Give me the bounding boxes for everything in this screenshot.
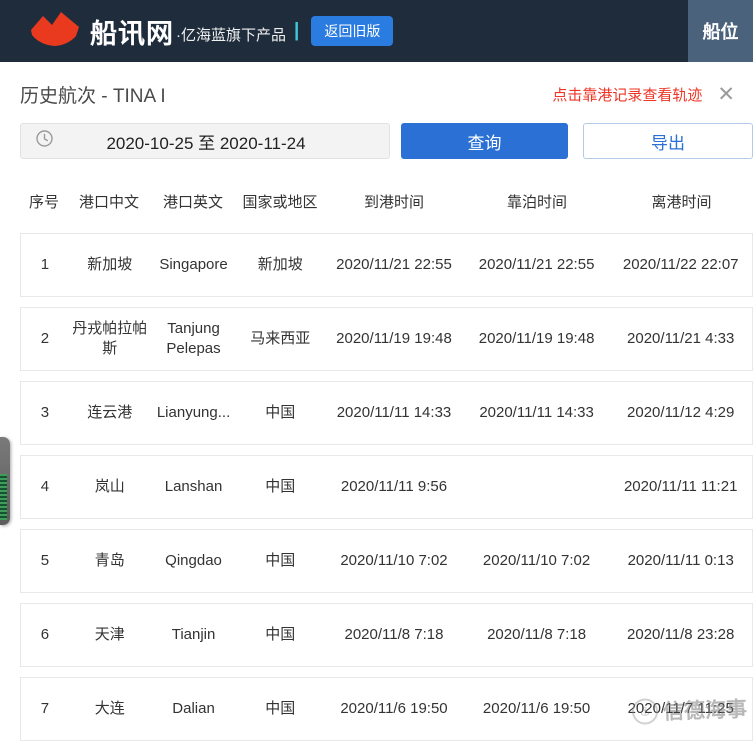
dock-stripes-icon (0, 474, 7, 520)
close-icon[interactable]: ✕ (717, 84, 735, 105)
cell-berth (464, 483, 610, 491)
date-range-input[interactable]: 2020-10-25 至 2020-11-24 (20, 123, 390, 159)
cell-port-en: Singapore (159, 256, 228, 274)
cell-country: 中国 (265, 626, 296, 644)
cell-berth: 2020/11/6 19:50 (482, 700, 591, 718)
table-row[interactable]: 7 大连 Dalian 中国 2020/11/6 19:50 2020/11/6… (20, 677, 753, 741)
cell-departure: 2020/11/21 4:33 (627, 330, 735, 348)
cell-berth: 2020/11/10 7:02 (482, 552, 591, 570)
col-header-arrival: 到港时间 (363, 194, 424, 211)
cell-departure: 2020/11/11 0:13 (627, 552, 734, 570)
col-header-departure: 离港时间 (651, 194, 712, 211)
col-header-port-en: 港口英文 (162, 194, 223, 211)
cell-country: 中国 (265, 552, 296, 570)
query-controls: 2020-10-25 至 2020-11-24 查询 导出 (20, 123, 753, 159)
table-row[interactable]: 5 青岛 Qingdao 中国 2020/11/10 7:02 2020/11/… (20, 529, 753, 594)
cell-departure: 2020/11/12 4:29 (627, 404, 735, 422)
cell-arrival: 2020/11/19 19:48 (336, 330, 452, 348)
cell-seq: 7 (40, 700, 50, 718)
date-range-value: 2020-10-25 至 2020-11-24 (106, 133, 306, 153)
cell-country: 新加坡 (257, 256, 303, 274)
cell-seq: 2 (40, 330, 50, 348)
back-to-old-version-button[interactable]: 返回旧版 (311, 16, 394, 46)
cell-departure: 2020/11/8 23:28 (627, 626, 735, 644)
export-button[interactable]: 导出 (583, 123, 753, 159)
cell-port-cn: 连云港 (87, 404, 133, 422)
cell-port-cn: 青岛 (94, 552, 125, 570)
table-row[interactable]: 1 新加坡 Singapore 新加坡 2020/11/21 22:55 202… (20, 233, 753, 298)
cell-arrival: 2020/11/10 7:02 (340, 552, 448, 570)
cell-seq: 6 (40, 626, 50, 644)
side-dock-handle[interactable] (0, 437, 10, 525)
cell-country: 中国 (265, 478, 296, 496)
track-tip-text: 点击靠港记录查看轨迹 (552, 87, 703, 104)
cell-seq: 4 (40, 478, 50, 496)
col-header-country: 国家或地区 (242, 194, 318, 211)
header-divider: | (294, 20, 300, 41)
brand-name: 船讯网 (90, 18, 174, 49)
cell-port-en: Qingdao (165, 552, 222, 570)
table-row[interactable]: 6 天津 Tianjin 中国 2020/11/8 7:18 2020/11/8… (20, 603, 753, 668)
cell-departure: 2020/11/7 11:25 (627, 700, 734, 718)
cell-arrival: 2020/11/8 7:18 (344, 626, 444, 644)
cell-arrival: 2020/11/21 22:55 (336, 256, 452, 274)
cell-port-en: Tanjung Pelepas (166, 320, 221, 358)
cell-country: 中国 (265, 404, 296, 422)
cell-port-cn: 丹戎帕拉帕斯 (72, 320, 148, 358)
cell-seq: 1 (40, 256, 50, 274)
table-header-row: 序号 港口中文 港口英文 国家或地区 到港时间 靠泊时间 离港时间 (20, 189, 753, 217)
table-row[interactable]: 4 岚山 Lanshan 中国 2020/11/11 9:56 2020/11/… (20, 455, 753, 520)
cell-berth: 2020/11/11 14:33 (479, 404, 594, 422)
cell-port-cn: 新加坡 (87, 256, 133, 274)
cell-port-en: Tianjin (171, 626, 216, 644)
cell-berth: 2020/11/21 22:55 (478, 256, 595, 274)
table-body: 1 新加坡 Singapore 新加坡 2020/11/21 22:55 202… (20, 233, 753, 741)
shipxy-logo[interactable]: 船讯网 ·亿海蓝旗下产品 (28, 8, 286, 55)
cell-port-en: Lanshan (164, 478, 223, 496)
cell-berth: 2020/11/19 19:48 (478, 330, 595, 348)
cell-port-cn: 天津 (94, 626, 125, 644)
cell-country: 马来西亚 (250, 330, 311, 348)
cell-port-en: Lianyung... (156, 404, 231, 422)
cell-country: 中国 (265, 700, 296, 718)
query-button[interactable]: 查询 (401, 123, 568, 159)
clock-icon (21, 130, 53, 152)
cell-arrival: 2020/11/11 9:56 (340, 478, 448, 496)
top-header: 船讯网 ·亿海蓝旗下产品 | 返回旧版 船位 (0, 0, 753, 62)
cell-seq: 3 (40, 404, 50, 422)
boat-icon (28, 8, 82, 55)
tab-ship-position[interactable]: 船位 (688, 0, 753, 62)
cell-berth: 2020/11/8 7:18 (487, 626, 587, 644)
cell-departure: 2020/11/11 11:21 (623, 478, 738, 496)
col-header-port-cn: 港口中文 (78, 194, 139, 211)
col-header-berth: 靠泊时间 (506, 194, 567, 211)
col-header-seq: 序号 (28, 194, 59, 211)
table-row[interactable]: 3 连云港 Lianyung... 中国 2020/11/11 14:33 20… (20, 381, 753, 446)
cell-port-cn: 大连 (94, 700, 125, 718)
cell-departure: 2020/11/22 22:07 (622, 256, 739, 274)
table-row[interactable]: 2 丹戎帕拉帕斯 Tanjung Pelepas 马来西亚 2020/11/19… (20, 307, 753, 372)
cell-seq: 5 (40, 552, 50, 570)
panel-header: 历史航次 - TINA I 点击靠港记录查看轨迹 ✕ (20, 81, 735, 108)
cell-port-cn: 岚山 (94, 478, 125, 496)
cell-port-en: Dalian (172, 700, 215, 718)
cell-arrival: 2020/11/6 19:50 (340, 700, 448, 718)
brand-suffix: ·亿海蓝旗下产品 (176, 26, 286, 44)
cell-arrival: 2020/11/11 14:33 (336, 404, 452, 422)
page-title: 历史航次 - TINA I (20, 86, 166, 107)
